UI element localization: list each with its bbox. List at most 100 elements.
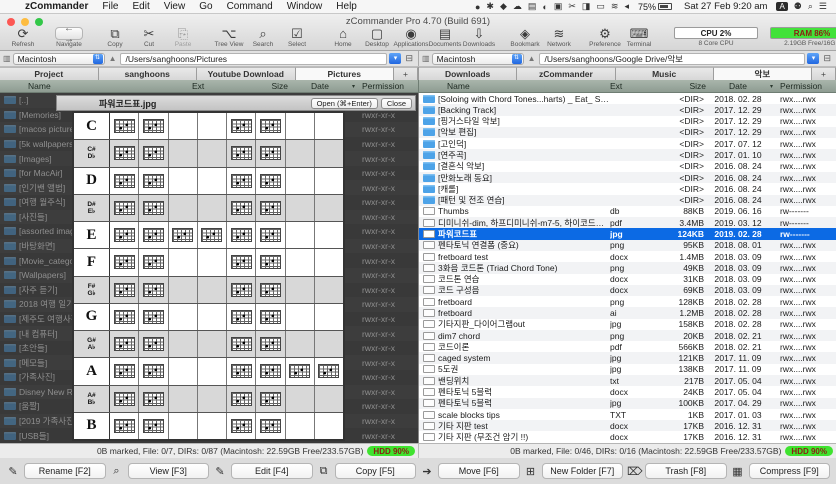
- stepper-icon[interactable]: ⇅: [93, 54, 103, 64]
- menu-item-view[interactable]: View: [157, 1, 193, 12]
- toolbar-bookmark-button[interactable]: ◈Bookmark: [512, 27, 538, 48]
- toolbar-preference-button[interactable]: ⚙Preference: [592, 27, 618, 48]
- code-icon[interactable]: ◨: [582, 1, 591, 12]
- column-header-ext[interactable]: Ext: [610, 81, 654, 91]
- column-header-date[interactable]: Date: [288, 81, 352, 91]
- toolbar-terminal-button[interactable]: ⌨Terminal: [626, 27, 652, 48]
- tab-right-1[interactable]: Downloads: [419, 67, 517, 80]
- file-row[interactable]: 코드 구성음docx69KB2018. 03. 09rwx....rwx: [419, 285, 836, 296]
- left-disk-select[interactable]: Macintosh⇅: [13, 53, 105, 65]
- tab-right-3[interactable]: Music: [616, 67, 714, 80]
- file-row[interactable]: [고인덕]<DIR>2017. 07. 12rwx....rwx: [419, 138, 836, 149]
- right-path-field[interactable]: /Users/sanghoons/Google Drive/악보: [539, 53, 805, 65]
- tab-right-4[interactable]: 악보: [714, 67, 812, 80]
- screen-share-icon[interactable]: ▣: [554, 1, 563, 12]
- toolbar-cut-button[interactable]: ✂Cut: [136, 27, 162, 48]
- file-row[interactable]: 3화음 코드톤 (Triad Chord Tone)png49KB2018. 0…: [419, 262, 836, 273]
- airplay-icon[interactable]: ▭: [596, 1, 605, 12]
- tab-left-4[interactable]: Pictures: [296, 67, 395, 80]
- file-row[interactable]: 기타지판_다이어그램outjpg158KB2018. 02. 28rwx....…: [419, 319, 836, 330]
- file-row[interactable]: [결혼식 악보]<DIR>2016. 08. 24rwx....rwx: [419, 161, 836, 172]
- file-row[interactable]: 펜타토닉 5블럭docx24KB2017. 05. 04rwx....rwx: [419, 386, 836, 397]
- user-icon[interactable]: ⚉: [794, 1, 802, 12]
- toolbar-documents-button[interactable]: ▤Documents: [432, 27, 458, 48]
- menu-item-window[interactable]: Window: [280, 1, 330, 12]
- toolbar-refresh-button[interactable]: ⟳Refresh: [10, 27, 36, 48]
- view-button[interactable]: View [F3]: [128, 463, 210, 479]
- file-row[interactable]: Thumbsdb88KB2019. 06. 16rw-------: [419, 206, 836, 217]
- viewer-close-button[interactable]: Close: [381, 98, 412, 109]
- left-folder-history-icon[interactable]: ⊟: [403, 53, 415, 64]
- menu-item-command[interactable]: Command: [220, 1, 280, 12]
- file-row[interactable]: 기타 지판 (무조건 암기 !!)docx17KB2016. 12. 31rwx…: [419, 431, 836, 442]
- toolbar-downloads-button[interactable]: ⇩Downloads: [466, 27, 492, 48]
- tab-left-3[interactable]: Youtube Download: [197, 67, 296, 80]
- wifi-icon[interactable]: ≋: [611, 1, 619, 12]
- navigate-arrows[interactable]: ← →: [55, 27, 83, 40]
- file-row[interactable]: [악보 편집]<DIR>2017. 12. 29rwx....rwx: [419, 127, 836, 138]
- compress-button[interactable]: Compress [F9]: [749, 463, 831, 479]
- tab-left-1[interactable]: Project: [0, 67, 99, 80]
- column-header-date[interactable]: Date: [706, 81, 770, 91]
- drive-icon[interactable]: ▤: [528, 1, 537, 12]
- file-row[interactable]: 펜타토닉 연결폼 (중요)png95KB2018. 08. 01rwx....r…: [419, 240, 836, 251]
- toolbar-tree-view-button[interactable]: ⌥Tree View: [216, 27, 242, 48]
- tab-right-2[interactable]: zCommander: [517, 67, 615, 80]
- move-button[interactable]: Move [F6]: [438, 463, 520, 479]
- notification-dot-icon[interactable]: ●: [475, 2, 480, 12]
- file-row[interactable]: scale blocks tipsTXT1KB2017. 01. 03rwx..…: [419, 409, 836, 420]
- file-row[interactable]: fretboardai1.2MB2018. 02. 28rwx....rwx: [419, 307, 836, 318]
- file-row[interactable]: [캐롤]<DIR>2016. 08. 24rwx....rwx: [419, 183, 836, 194]
- column-header-name[interactable]: Name: [419, 81, 610, 91]
- column-header-size[interactable]: Size: [654, 81, 706, 91]
- up-directory-icon[interactable]: ▲: [107, 54, 119, 63]
- toolbar-navigate-button[interactable]: ← →Navigate: [56, 27, 82, 48]
- file-row[interactable]: [만화노래 동요]<DIR>2016. 08. 24rwx....rwx: [419, 172, 836, 183]
- file-row[interactable]: 코드이론pdf566KB2018. 02. 21rwx....rwx: [419, 341, 836, 352]
- menu-item-go[interactable]: Go: [192, 1, 219, 12]
- file-row[interactable]: 펜타토닉 5블럭jpg100KB2017. 04. 29rwx....rwx: [419, 398, 836, 409]
- trash-button[interactable]: Trash [F8]: [645, 463, 727, 479]
- up-directory-icon[interactable]: ▲: [526, 54, 538, 63]
- column-header-name[interactable]: Name: [0, 81, 192, 91]
- file-row[interactable]: 코드톤 연습docx31KB2018. 03. 09rwx....rwx: [419, 274, 836, 285]
- file-row[interactable]: [Soloing with Chord Tones...harts) _ Eat…: [419, 93, 836, 104]
- file-row[interactable]: [Backing Track]<DIR>2017. 12. 29rwx....r…: [419, 104, 836, 115]
- copy-button[interactable]: Copy [F5]: [335, 463, 417, 479]
- right-folder-history-icon[interactable]: ⊟: [821, 53, 833, 64]
- shield-icon[interactable]: ◆: [500, 1, 507, 12]
- column-header-permission[interactable]: Permission: [780, 81, 836, 91]
- stepper-icon[interactable]: ⇅: [512, 54, 522, 64]
- file-row[interactable]: dim7 chordpng20KB2018. 02. 21rwx....rwx: [419, 330, 836, 341]
- chat-icon[interactable]: ◐: [542, 2, 547, 12]
- file-row[interactable]: 밴딩위치txt217B2017. 05. 04rwx....rwx: [419, 375, 836, 386]
- file-row[interactable]: 5도권jpg138KB2017. 11. 09rwx....rwx: [419, 364, 836, 375]
- new-tab-button[interactable]: +: [812, 67, 836, 80]
- spotlight-search-icon[interactable]: ⌕: [808, 1, 813, 12]
- rename-button[interactable]: Rename [F2]: [24, 463, 106, 479]
- viewer-open-button[interactable]: Open (⌘+Enter): [311, 98, 378, 109]
- column-header-ext[interactable]: Ext: [192, 81, 236, 91]
- new-folder-button[interactable]: New Folder [F7]: [542, 463, 624, 479]
- tab-left-2[interactable]: sanghoons: [99, 67, 198, 80]
- file-row[interactable]: [패턴 및 전조 연습]<DIR>2016. 08. 24rwx....rwx: [419, 195, 836, 206]
- notification-center-icon[interactable]: ☰: [819, 1, 827, 12]
- new-tab-button[interactable]: +: [394, 67, 418, 80]
- volume-icon[interactable]: ◂: [624, 1, 629, 12]
- toolbar-copy-button[interactable]: ⧉Copy: [102, 27, 128, 48]
- toolbar-home-button[interactable]: ⌂Home: [330, 27, 356, 48]
- file-row[interactable]: caged systemjpg121KB2017. 11. 09rwx....r…: [419, 352, 836, 363]
- file-row[interactable]: 기타 지판 testdocx17KB2016. 12. 31rwx....rwx: [419, 420, 836, 431]
- menu-item-edit[interactable]: Edit: [125, 1, 156, 12]
- file-row[interactable]: [핑거스타일 악보]<DIR>2017. 12. 29rwx....rwx: [419, 116, 836, 127]
- toolbar-desktop-button[interactable]: ▢Desktop: [364, 27, 390, 48]
- edit-button[interactable]: Edit [F4]: [231, 463, 313, 479]
- menu-item-zcommander[interactable]: zCommander: [18, 1, 95, 12]
- file-row[interactable]: [연주곡]<DIR>2017. 01. 10rwx....rwx: [419, 149, 836, 160]
- left-path-dropdown-icon[interactable]: ▾: [389, 53, 401, 64]
- column-header-size[interactable]: Size: [236, 81, 288, 91]
- scissors-icon[interactable]: ✂: [568, 1, 576, 12]
- right-disk-select[interactable]: Macintosh⇅: [432, 53, 524, 65]
- file-row[interactable]: fretboardpng128KB2018. 02. 28rwx....rwx: [419, 296, 836, 307]
- toolbar-applications-button[interactable]: ◉Applications: [398, 27, 424, 48]
